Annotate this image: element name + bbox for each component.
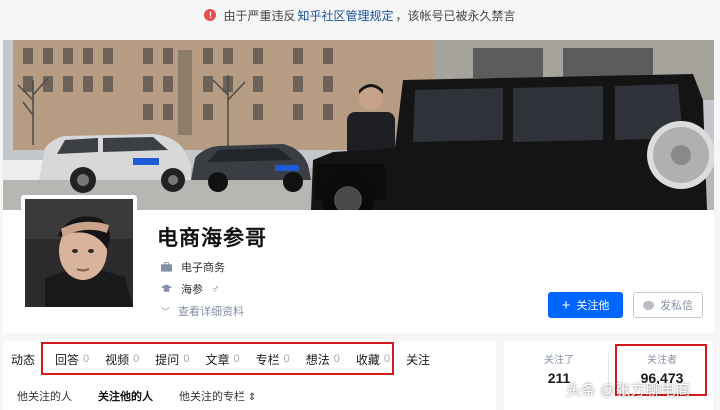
ban-notice: ! 由于严重违反 知乎社区管理规定 ，该帐号已被永久禁言 bbox=[0, 0, 720, 30]
profile-name: 电商海参哥 bbox=[157, 227, 267, 250]
tab-articles[interactable]: 文章 0 bbox=[205, 351, 239, 368]
tab-answers[interactable]: 回答 0 bbox=[55, 351, 89, 368]
chevron-down-icon: ﹀ bbox=[161, 306, 171, 317]
alert-icon: ! bbox=[204, 9, 217, 21]
ban-notice-suffix: ，该帐号已被永久禁言 bbox=[395, 8, 516, 23]
sort-icon: ⇕ bbox=[248, 392, 257, 403]
tab-questions[interactable]: 提问 0 bbox=[155, 351, 189, 368]
follow-button[interactable]: + 关注他 bbox=[548, 292, 623, 318]
tab-label: 想法 bbox=[305, 352, 330, 367]
tab-count: 0 bbox=[133, 353, 140, 365]
tab-columns[interactable]: 专栏 0 bbox=[256, 351, 290, 368]
briefcase-icon bbox=[161, 262, 172, 272]
tab-label: 关注 bbox=[406, 352, 431, 367]
tab-count: 0 bbox=[383, 353, 390, 365]
tab-label: 回答 bbox=[55, 352, 80, 367]
send-message-button[interactable]: 发私信 bbox=[633, 292, 703, 318]
tab-count: 0 bbox=[233, 353, 240, 365]
followers-label: 关注者 bbox=[647, 355, 677, 366]
tab-videos[interactable]: 视频 0 bbox=[105, 351, 139, 368]
following-subtabs: 他关注的人 关注他的人 他关注的专栏 ⇕ bbox=[3, 387, 282, 405]
subtab-label: 他关注的专栏 bbox=[179, 391, 245, 403]
profile-tabs-card: 动态 回答 0 视频 0 提问 0 文章 0 专栏 0 想法 0 收藏 0 关注 他关注的人 … bbox=[3, 341, 496, 410]
tab-collections[interactable]: 收藏 0 bbox=[356, 351, 390, 368]
chat-bubble-icon bbox=[643, 300, 654, 310]
following-label: 关注了 bbox=[544, 355, 574, 366]
subtab-followers[interactable]: 关注他的人 bbox=[98, 388, 153, 404]
tab-label: 视频 bbox=[105, 352, 130, 367]
education-row: 海参 ♂ bbox=[161, 281, 220, 297]
tab-count: 0 bbox=[183, 353, 190, 365]
watermark: 头条 @张方聊电商 bbox=[566, 382, 691, 399]
tab-activity[interactable]: 动态 bbox=[11, 351, 39, 368]
plus-icon: + bbox=[561, 296, 571, 314]
tab-count: 0 bbox=[283, 353, 290, 365]
follow-button-label: 关注他 bbox=[576, 300, 610, 312]
send-message-label: 发私信 bbox=[660, 300, 693, 312]
ban-notice-prefix: 由于严重违反 bbox=[223, 8, 296, 23]
male-gender-icon: ♂ bbox=[211, 282, 220, 296]
tab-count: 0 bbox=[333, 353, 340, 365]
tab-label: 提问 bbox=[155, 352, 180, 367]
tab-count: 0 bbox=[83, 353, 90, 365]
school-text: 海参 bbox=[181, 284, 203, 296]
view-details-label: 查看详细资料 bbox=[178, 306, 245, 318]
tab-thoughts[interactable]: 想法 0 bbox=[306, 351, 340, 368]
tab-label: 文章 bbox=[205, 352, 230, 367]
view-details-link[interactable]: ﹀ 查看详细资料 bbox=[161, 303, 244, 319]
industry-row: 电子商务 bbox=[161, 259, 225, 275]
industry-text: 电子商务 bbox=[181, 262, 225, 274]
tab-label: 动态 bbox=[11, 352, 36, 367]
subtab-people-he-follows[interactable]: 他关注的人 bbox=[17, 388, 72, 404]
tab-label: 专栏 bbox=[255, 352, 280, 367]
cover-image bbox=[3, 40, 714, 210]
profile-card: 电商海参哥 电子商务 海参 ♂ ﹀ 查看详细资料 + 关注他 发私信 bbox=[3, 40, 714, 333]
tab-following[interactable]: 关注 bbox=[406, 351, 434, 368]
profile-tabs: 动态 回答 0 视频 0 提问 0 文章 0 专栏 0 想法 0 收藏 0 关注 bbox=[3, 341, 450, 377]
subtab-followed-columns[interactable]: 他关注的专栏 ⇕ bbox=[179, 388, 256, 404]
tab-label: 收藏 bbox=[355, 352, 380, 367]
graduation-cap-icon bbox=[161, 284, 172, 292]
community-rules-link[interactable]: 知乎社区管理规定 bbox=[297, 7, 393, 24]
avatar[interactable] bbox=[21, 195, 137, 311]
